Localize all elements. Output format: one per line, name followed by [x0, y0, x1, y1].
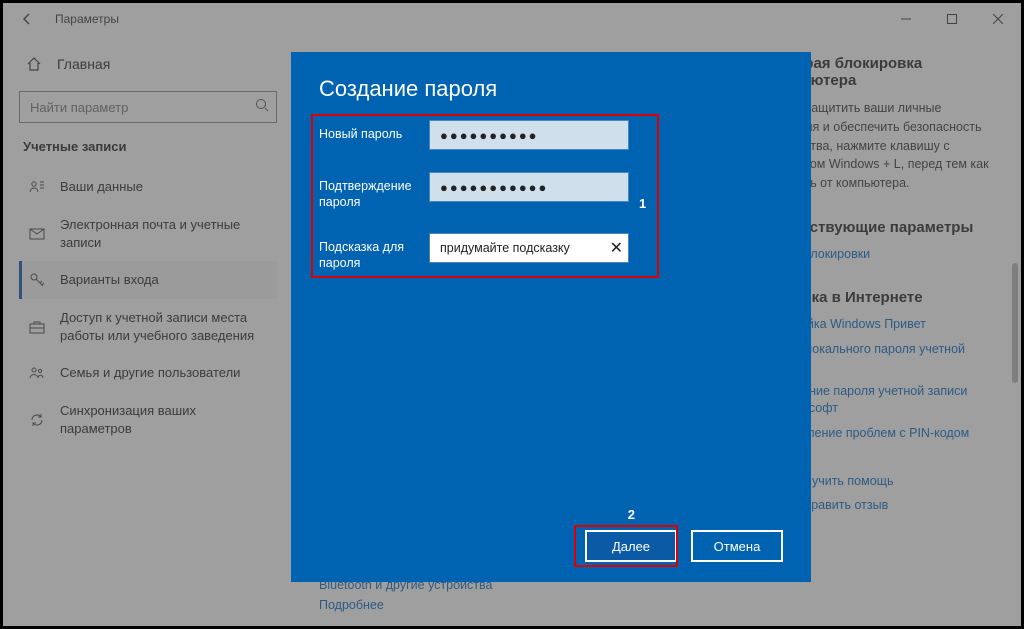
next-button[interactable]: Далее [585, 530, 677, 562]
hint-label: Подсказка для пароля [319, 233, 429, 272]
annotation-label-2: 2 [628, 507, 635, 522]
create-password-dialog: Создание пароля 1 Новый пароль Подтвержд… [291, 52, 811, 582]
password-hint-input[interactable] [429, 233, 629, 263]
confirm-password-input[interactable] [429, 172, 629, 202]
cancel-button[interactable]: Отмена [691, 530, 783, 562]
clear-icon[interactable]: ✕ [610, 238, 623, 258]
annotation-label-1: 1 [639, 196, 646, 211]
new-password-input[interactable] [429, 120, 629, 150]
dialog-title: Создание пароля [319, 76, 783, 102]
confirm-password-label: Подтверждение пароля [319, 172, 429, 211]
new-password-label: Новый пароль [319, 120, 429, 142]
